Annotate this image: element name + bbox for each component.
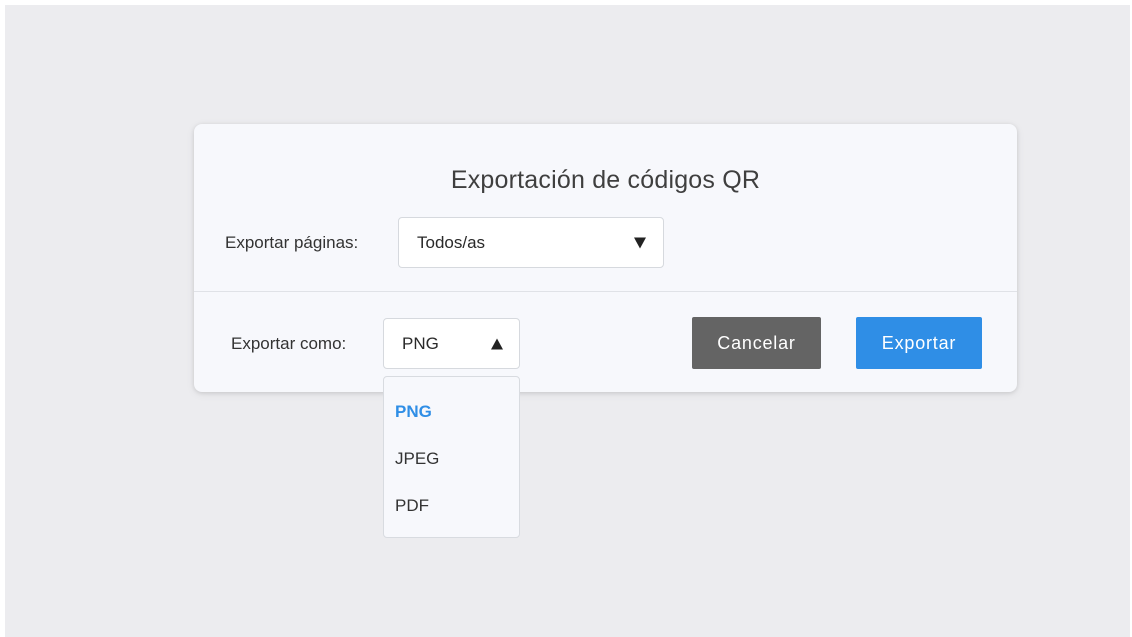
format-option-png[interactable]: PNG	[395, 402, 432, 422]
export-button[interactable]: Exportar	[856, 317, 982, 369]
format-option-jpeg[interactable]: JPEG	[395, 449, 439, 469]
export-qr-dialog: Exportación de códigos QR Exportar págin…	[194, 124, 1017, 392]
export-as-label: Exportar como:	[231, 334, 347, 353]
export-pages-select[interactable]: Todos/as	[398, 217, 664, 268]
export-format-value: PNG	[402, 333, 439, 353]
export-format-dropdown: PNG JPEG PDF	[383, 376, 520, 538]
format-option-pdf[interactable]: PDF	[395, 496, 429, 516]
dialog-title: Exportación de códigos QR	[450, 166, 761, 194]
export-format-select[interactable]: PNG	[383, 318, 520, 369]
triangle-up-icon	[491, 338, 503, 349]
triangle-down-icon	[634, 237, 646, 248]
dialog-divider	[194, 291, 1017, 292]
cancel-button[interactable]: Cancelar	[692, 317, 821, 369]
export-pages-value: Todos/as	[417, 232, 486, 252]
export-pages-label: Exportar páginas:	[225, 233, 359, 252]
